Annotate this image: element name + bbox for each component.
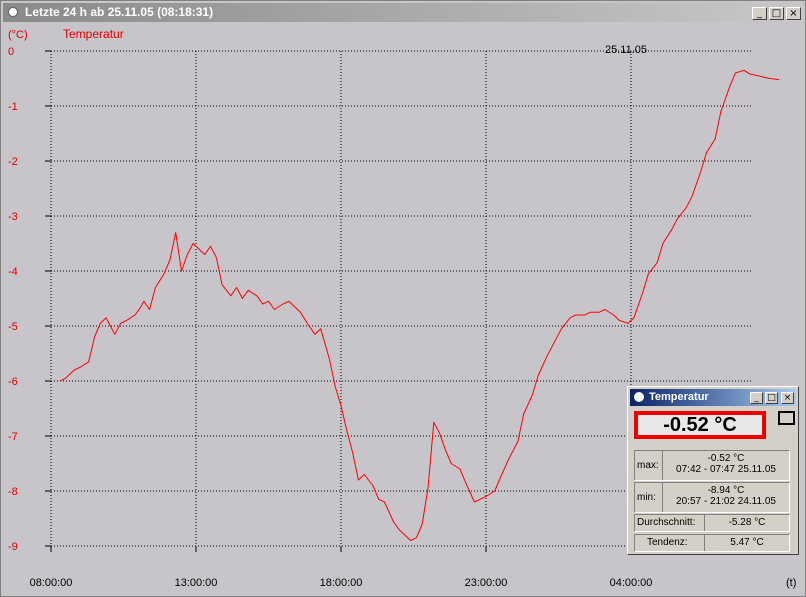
popup-maximize-button[interactable]: □ xyxy=(765,392,778,404)
max-value: -0.52 °C xyxy=(707,453,745,464)
y-tick-label: -2 xyxy=(8,156,18,168)
min-values: -8.94 °C 20:57 - 21:02 24.11.05 xyxy=(662,483,789,512)
min-value: -8.94 °C xyxy=(707,485,745,496)
max-row: max: -0.52 °C 07:42 - 07:47 25.11.05 xyxy=(634,450,790,481)
maximize-button[interactable]: □ xyxy=(769,7,784,20)
y-tick-label: -8 xyxy=(8,486,18,498)
x-tick-label: 08:00:00 xyxy=(30,577,73,589)
popup-window-icon xyxy=(634,392,644,402)
y-unit-label: (°C) xyxy=(8,29,28,41)
trend-label: Tendenz: xyxy=(647,537,688,548)
max-time: 07:42 - 07:47 25.11.05 xyxy=(676,464,776,475)
current-temperature: -0.52 °C xyxy=(634,411,766,439)
close-button[interactable]: × xyxy=(786,7,801,20)
y-tick-label: -7 xyxy=(8,431,18,443)
y-tick-label: -4 xyxy=(8,266,18,278)
minimize-button[interactable]: _ xyxy=(752,7,767,20)
series-label: Temperatur xyxy=(63,27,124,41)
x-unit-label: (t) xyxy=(786,577,796,589)
popup-close-button[interactable]: × xyxy=(781,392,794,404)
popup-title: Temperatur xyxy=(649,391,709,403)
date-marker: 25.11.05 xyxy=(605,44,647,56)
trend-value: 5.47 °C xyxy=(704,535,789,551)
min-row: min: -8.94 °C 20:57 - 21:02 24.11.05 xyxy=(634,482,790,513)
title-bar[interactable]: Letzte 24 h ab 25.11.05 (08:18:31) _ □ × xyxy=(3,3,803,22)
y-tick-label: -1 xyxy=(8,101,18,113)
average-row: Durchschnitt: -5.28 °C xyxy=(634,514,790,532)
x-tick-label: 18:00:00 xyxy=(320,577,363,589)
max-values: -0.52 °C 07:42 - 07:47 25.11.05 xyxy=(662,451,789,480)
x-tick-label: 04:00:00 xyxy=(610,577,653,589)
min-time: 20:57 - 21:02 24.11.05 xyxy=(676,496,776,507)
average-value: -5.28 °C xyxy=(704,515,789,531)
x-tick-label: 13:00:00 xyxy=(175,577,218,589)
popup-title-bar[interactable]: Temperatur _ □ × xyxy=(630,389,796,406)
y-tick-label: -3 xyxy=(8,211,18,223)
window-icon xyxy=(8,7,18,17)
square-toggle[interactable] xyxy=(778,411,795,425)
y-tick-label: 0 xyxy=(8,46,14,58)
window-title: Letzte 24 h ab 25.11.05 (08:18:31) xyxy=(25,5,214,19)
average-label: Durchschnitt: xyxy=(637,517,696,528)
trend-row: Tendenz: 5.47 °C xyxy=(634,534,790,552)
y-tick-label: -5 xyxy=(8,321,18,333)
temperature-popup[interactable]: Temperatur _ □ × -0.52 °C max: -0.52 °C … xyxy=(627,386,799,555)
y-tick-label: -6 xyxy=(8,376,18,388)
y-tick-label: -9 xyxy=(8,541,18,553)
min-label: min: xyxy=(637,492,656,503)
popup-minimize-button[interactable]: _ xyxy=(750,392,763,404)
max-label: max: xyxy=(637,460,659,471)
x-tick-label: 23:00:00 xyxy=(465,577,508,589)
